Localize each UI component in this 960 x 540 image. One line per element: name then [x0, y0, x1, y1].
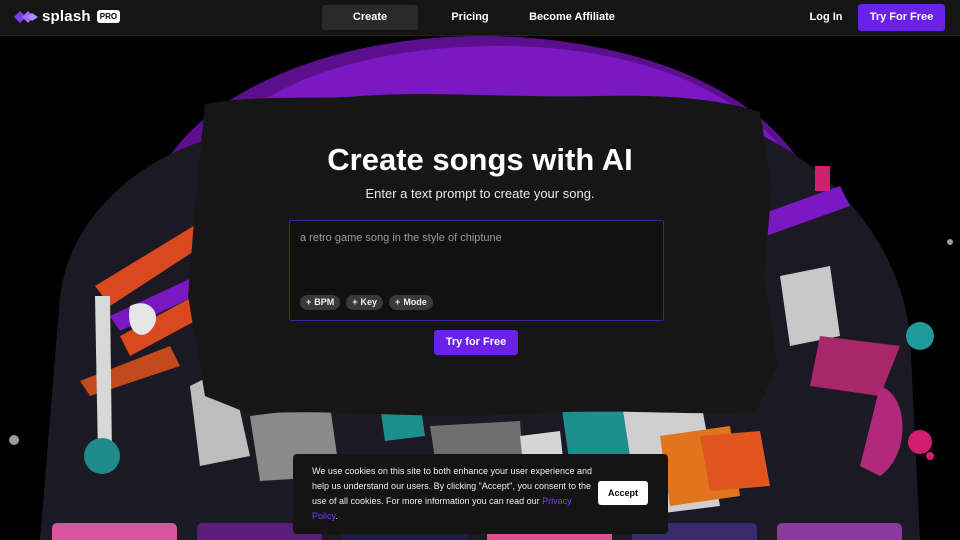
prompt-options: + BPM + Key + Mode: [300, 295, 433, 310]
plus-icon: +: [306, 297, 312, 307]
prompt-placeholder: a retro game song in the style of chiptu…: [300, 232, 502, 244]
splash-logo[interactable]: splash PRO: [14, 8, 121, 25]
try-for-free-nav-button[interactable]: Try For Free: [858, 4, 945, 31]
song-thumbnail[interactable]: [52, 523, 177, 540]
key-chip-label: Key: [360, 297, 378, 307]
bpm-chip[interactable]: + BPM: [300, 295, 341, 310]
bpm-chip-label: BPM: [314, 297, 335, 307]
plus-icon: +: [395, 297, 401, 307]
hero-subtitle: Enter a text prompt to create your song.: [365, 186, 595, 201]
nav-become-affiliate[interactable]: Become Affiliate: [522, 5, 622, 30]
key-chip[interactable]: + Key: [346, 295, 384, 310]
try-for-free-button[interactable]: Try for Free: [434, 330, 518, 355]
nav-create[interactable]: Create: [322, 5, 418, 30]
pro-badge: PRO: [96, 10, 121, 23]
cookie-period: .: [335, 511, 338, 521]
cookie-message: We use cookies on this site to both enha…: [312, 464, 597, 524]
accept-cookies-button[interactable]: Accept: [598, 481, 648, 505]
hero-title: Create songs with AI: [327, 142, 633, 177]
splash-logo-icon: [14, 10, 38, 23]
song-thumbnail[interactable]: [777, 523, 902, 540]
song-prompt-input[interactable]: a retro game song in the style of chiptu…: [289, 220, 664, 321]
login-link[interactable]: Log In: [802, 5, 850, 30]
top-navbar: splash PRO Create Pricing Become Affilia…: [0, 0, 960, 36]
plus-icon: +: [352, 297, 358, 307]
cookie-consent-banner: We use cookies on this site to both enha…: [293, 454, 668, 534]
nav-pricing[interactable]: Pricing: [440, 5, 500, 30]
brand-name: splash: [42, 8, 91, 25]
mode-chip-label: Mode: [403, 297, 427, 307]
mode-chip[interactable]: + Mode: [389, 295, 433, 310]
